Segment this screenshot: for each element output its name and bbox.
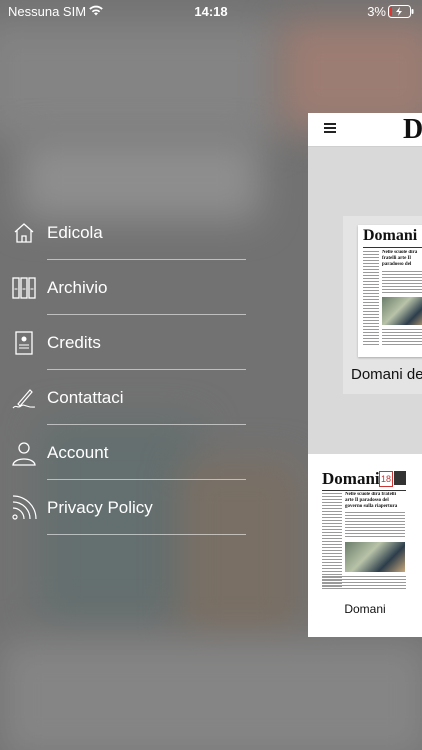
- cover-headline: Nelle scuole dirà fratelli arte Il parad…: [345, 492, 398, 509]
- newspaper-cover-thumbnail: Domani 18 Nelle scuole dirà fratelli art…: [320, 468, 408, 592]
- status-bar: Nessuna SIM 14:18 3%: [0, 0, 422, 24]
- menu-item-credits[interactable]: Credits: [0, 315, 250, 370]
- menu-item-label: Edicola: [47, 223, 103, 242]
- divider: [47, 534, 246, 535]
- main-panel[interactable]: D Domani Nelle scuole dirà fratelli arte…: [308, 113, 422, 637]
- clock: 14:18: [194, 4, 228, 19]
- issue-card-caption: Domani: [344, 602, 386, 616]
- menu-item-contattaci[interactable]: Contattaci: [0, 370, 250, 425]
- menu-item-label: Privacy Policy: [47, 498, 153, 517]
- newspaper-cover-thumbnail: Domani Nelle scuole dirà fratelli arte I…: [358, 225, 422, 357]
- issue-card[interactable]: Domani 18 Nelle scuole dirà fratelli art…: [308, 454, 422, 637]
- archive-binders-icon: [12, 277, 36, 299]
- menu-item-label: Archivio: [47, 278, 108, 297]
- date-badge: 18: [379, 471, 393, 487]
- signature-pen-icon: [12, 389, 36, 409]
- cover-masthead: Domani: [322, 469, 380, 488]
- cover-masthead: Domani: [363, 227, 418, 244]
- featured-issue-caption: Domani de: [351, 366, 422, 383]
- battery-percent: 3%: [367, 4, 386, 19]
- menu-item-label: Contattaci: [47, 388, 124, 407]
- side-menu: Edicola Archivio Credits Contattaci Acco…: [0, 205, 250, 535]
- menu-item-label: Credits: [47, 333, 101, 352]
- menu-item-label: Account: [47, 443, 109, 462]
- rss-feed-icon: [12, 495, 37, 520]
- user-icon: [12, 442, 36, 466]
- menu-item-edicola[interactable]: Edicola: [0, 205, 250, 260]
- featured-issue[interactable]: Domani Nelle scuole dirà fratelli arte I…: [343, 216, 422, 394]
- menu-item-account[interactable]: Account: [0, 425, 250, 480]
- home-icon: [14, 223, 34, 243]
- battery-charging-icon: [388, 5, 414, 18]
- menu-item-archivio[interactable]: Archivio: [0, 260, 250, 315]
- hamburger-menu-icon[interactable]: [324, 123, 336, 133]
- menu-item-privacy-policy[interactable]: Privacy Policy: [0, 480, 250, 535]
- brand-logo: D: [403, 114, 422, 145]
- panel-header: D: [308, 113, 422, 147]
- cover-headline: Nelle scuole dirà fratelli arte Il parad…: [382, 250, 418, 267]
- id-card-icon: [15, 331, 33, 355]
